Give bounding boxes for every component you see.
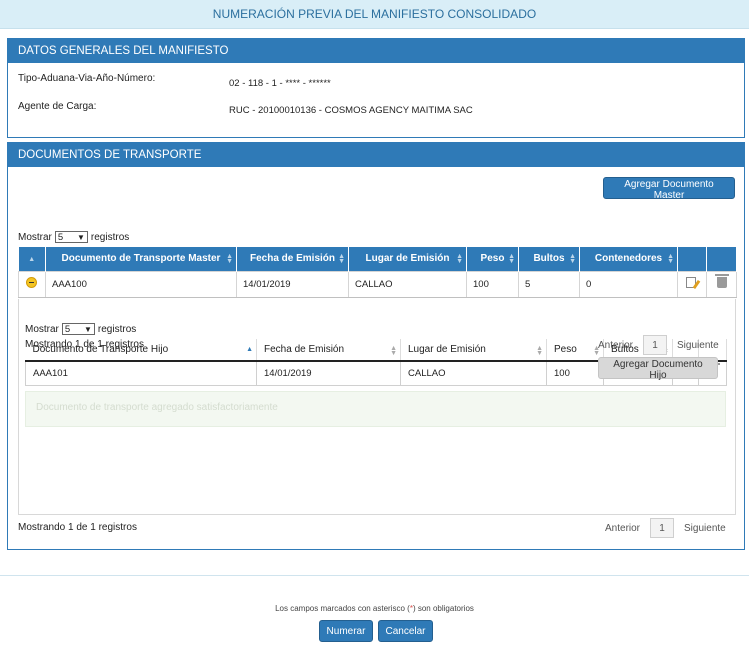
table-row: AAA100 14/01/2019 CALLAO 100 5 0 xyxy=(18,270,737,298)
add-child-document-button[interactable]: Agregar Documento Hijo xyxy=(598,357,718,381)
cell-peso: 100 xyxy=(546,360,604,386)
sort-asc-icon: ▲ xyxy=(246,346,253,353)
master-previous-button[interactable]: Anterior xyxy=(605,523,640,534)
sort-icon: ▲▼ xyxy=(508,253,515,265)
child-page-size-select[interactable]: 5 ▼ xyxy=(61,323,95,335)
expand-column-header[interactable]: ▲ xyxy=(18,247,46,271)
cell-fecha: 14/01/2019 xyxy=(236,270,349,298)
agente-label: Agente de Carga: xyxy=(18,101,97,112)
mostrar-label: Mostrar xyxy=(18,231,52,243)
trash-icon[interactable] xyxy=(715,274,729,288)
sort-icon: ▲▼ xyxy=(390,345,397,357)
numerar-button[interactable]: Numerar xyxy=(319,620,373,642)
transport-documents-title: DOCUMENTOS DE TRANSPORTE xyxy=(8,143,744,167)
agente-value: RUC - 20100010136 - COSMOS AGENCY MAITIM… xyxy=(229,105,473,116)
cell-bultos: 5 xyxy=(518,270,580,298)
sort-icon: ▲▼ xyxy=(338,253,345,265)
master-column-header[interactable]: Fecha de Emisión ▲ ▼ xyxy=(236,247,349,271)
child-pagination: Anterior 1 Siguiente xyxy=(598,335,719,355)
mostrar-label: Mostrar xyxy=(25,323,59,335)
sort-icon: ▲▼ xyxy=(667,253,674,265)
child-documents-container: Mostrar 5 ▼ registros Documento de Trans… xyxy=(18,299,736,515)
chevron-down-icon: ▼ xyxy=(76,232,85,242)
registros-label: registros xyxy=(97,323,137,335)
tipo-label: Tipo-Aduana-Via-Año-Número: xyxy=(18,73,156,84)
cell-lugar: CALLAO xyxy=(400,360,547,386)
success-message: Documento de transporte agregado satisfa… xyxy=(25,391,726,427)
general-data-panel: DATOS GENERALES DEL MANIFIESTO Tipo-Adua… xyxy=(7,38,745,138)
child-page-number[interactable]: 1 xyxy=(643,335,668,355)
collapse-row-icon[interactable] xyxy=(26,277,37,288)
cell-documento: AAA100 xyxy=(45,270,237,298)
registros-label: registros xyxy=(90,231,130,243)
cell-fecha: 14/01/2019 xyxy=(256,360,401,386)
cancelar-button[interactable]: Cancelar xyxy=(378,620,433,642)
sort-icon: ▲▼ xyxy=(226,253,233,265)
add-master-document-button[interactable]: Agregar Documento Master xyxy=(603,177,735,201)
child-column-header[interactable]: Lugar de Emisión ▲ ▼ xyxy=(400,339,547,362)
sort-icon: ▲▼ xyxy=(456,253,463,265)
master-column-header[interactable]: Contenedores ▲ ▼ xyxy=(579,247,678,271)
master-column-header[interactable]: Bultos ▲ ▼ xyxy=(518,247,580,271)
cell-lugar: CALLAO xyxy=(348,270,467,298)
footer-divider xyxy=(0,575,749,576)
delete-column-header xyxy=(706,247,737,271)
cell-documento: AAA101 xyxy=(25,360,257,386)
master-records-info: Mostrando 1 de 1 registros xyxy=(18,522,137,533)
master-page-number[interactable]: 1 xyxy=(650,518,675,538)
sort-icon: ▲▼ xyxy=(569,253,576,265)
child-next-button[interactable]: Siguiente xyxy=(677,340,719,351)
cell-peso: 100 xyxy=(466,270,519,298)
tipo-value: 02 - 118 - 1 - **** - ****** xyxy=(229,78,331,89)
master-documents-table: ▲ Documento de Transporte Master ▲ ▼ Fecha… xyxy=(18,247,737,298)
cell-contenedores: 0 xyxy=(579,270,678,298)
page-title: NUMERACIÓN PREVIA DEL MANIFIESTO CONSOLI… xyxy=(0,0,749,29)
master-page-size-select[interactable]: 5 ▼ xyxy=(54,231,88,243)
edit-column-header xyxy=(677,247,707,271)
required-fields-note: Los campos marcados con asterisco (*) so… xyxy=(275,604,474,613)
master-pagination: Anterior 1 Siguiente xyxy=(605,518,726,538)
child-column-header[interactable]: Fecha de Emisión ▲ ▼ xyxy=(256,339,401,362)
transport-documents-panel: DOCUMENTOS DE TRANSPORTE Agregar Documen… xyxy=(7,142,745,550)
master-column-header[interactable]: Documento de Transporte Master ▲ ▼ xyxy=(45,247,237,271)
child-column-header[interactable]: Peso ▲ ▼ xyxy=(546,339,604,362)
child-previous-button[interactable]: Anterior xyxy=(598,340,633,351)
master-next-button[interactable]: Siguiente xyxy=(684,523,726,534)
edit-icon[interactable] xyxy=(686,277,696,288)
chevron-down-icon: ▼ xyxy=(83,324,92,334)
child-page-size: Mostrar 5 ▼ registros xyxy=(25,323,136,335)
master-column-header[interactable]: Peso ▲ ▼ xyxy=(466,247,519,271)
master-page-size: Mostrar 5 ▼ registros xyxy=(18,231,129,243)
master-column-header[interactable]: Lugar de Emisión ▲ ▼ xyxy=(348,247,467,271)
child-records-info: Mostrando 1 de 1 registros xyxy=(25,339,144,350)
sort-icon: ▲▼ xyxy=(536,345,543,357)
general-data-title: DATOS GENERALES DEL MANIFIESTO xyxy=(8,39,744,63)
